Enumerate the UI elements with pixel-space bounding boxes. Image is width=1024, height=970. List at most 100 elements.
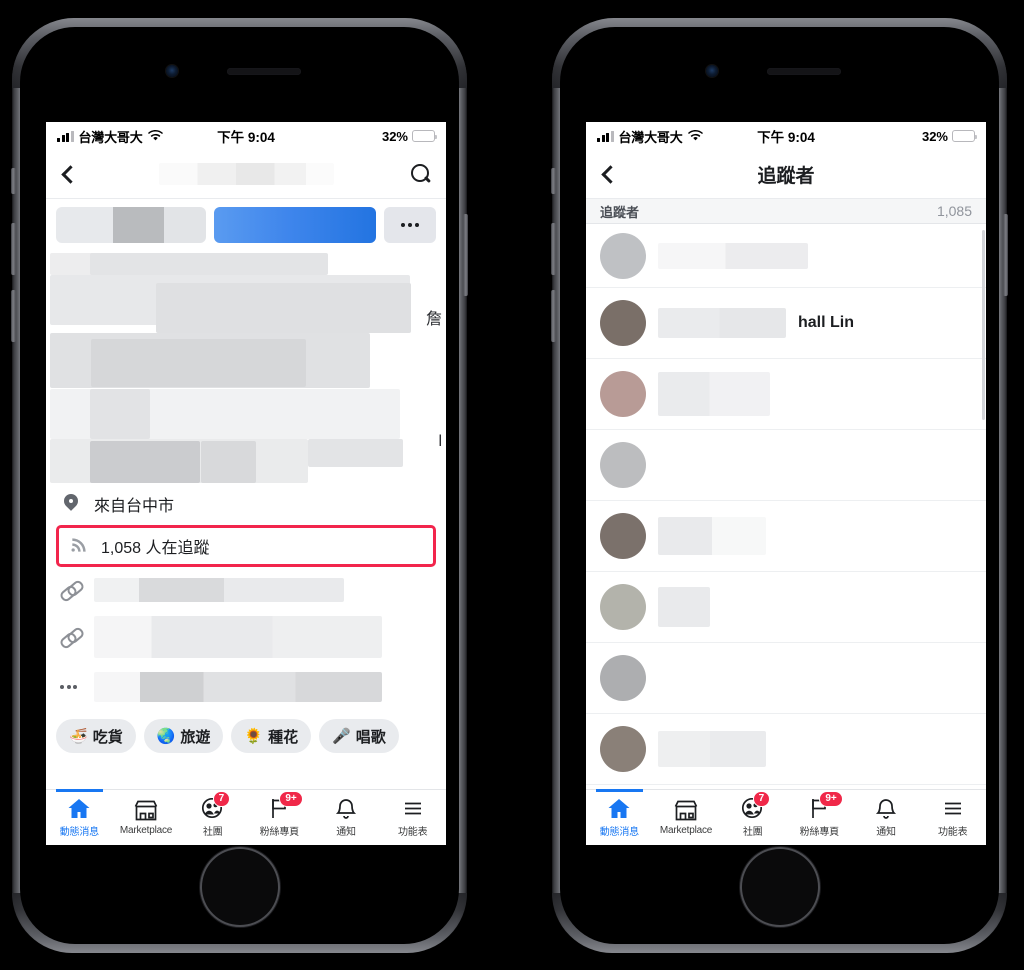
interest-chip[interactable]: 🍜 吃貨 bbox=[56, 719, 136, 753]
rss-followers-icon bbox=[63, 535, 89, 557]
volume-up-button[interactable] bbox=[551, 223, 556, 275]
avatar bbox=[600, 726, 646, 773]
badge-count: 9+ bbox=[819, 791, 843, 807]
avatar bbox=[600, 584, 646, 631]
avatar bbox=[600, 655, 646, 702]
more-options-button[interactable] bbox=[384, 207, 436, 243]
earpiece-speaker bbox=[226, 68, 301, 75]
wifi-icon bbox=[687, 130, 703, 141]
interest-chip-label: 唱歌 bbox=[355, 728, 386, 746]
link-icon bbox=[60, 579, 82, 601]
globe-emoji-icon: 🌏 bbox=[156, 728, 176, 745]
profile-details-censored: 詹 l bbox=[46, 253, 446, 483]
tab-menu[interactable]: 功能表 bbox=[379, 790, 446, 845]
home-button[interactable] bbox=[201, 849, 278, 925]
search-icon[interactable] bbox=[410, 163, 432, 185]
location-row[interactable]: 來自台中市 bbox=[46, 485, 446, 523]
follower-name-censored bbox=[658, 308, 786, 339]
profile-scroll-area[interactable]: 詹 l 來自台中市 1,058 人在追蹤 🍜 吃貨 🌏 旅遊 🌻 種花 🎤 唱歌 bbox=[46, 199, 446, 789]
tab-pages[interactable]: 9+ 粉絲專頁 bbox=[786, 790, 853, 845]
list-item[interactable]: hall Lin bbox=[586, 288, 986, 360]
followers-row[interactable]: 1,058 人在追蹤 bbox=[59, 528, 433, 564]
tab-notifications[interactable]: 通知 bbox=[853, 790, 920, 845]
bottom-tab-bar: 動態消息 Marketplace 7 社團 9+ 粉絲專頁 通知 功能表 bbox=[586, 789, 986, 845]
status-bar: 台灣大哥大 下午 9:04 32% bbox=[46, 122, 446, 150]
interest-chip-label: 吃貨 bbox=[92, 728, 123, 746]
follower-name-censored bbox=[658, 587, 710, 628]
tab-news-feed[interactable]: 動態消息 bbox=[586, 789, 653, 845]
avatar bbox=[600, 371, 646, 418]
tab-marketplace[interactable]: Marketplace bbox=[653, 790, 720, 845]
list-item[interactable] bbox=[586, 572, 986, 644]
scrollbar[interactable] bbox=[982, 230, 985, 421]
home-button[interactable] bbox=[741, 849, 818, 925]
tab-groups[interactable]: 7 社團 bbox=[719, 790, 786, 845]
see-more-row[interactable] bbox=[46, 665, 446, 709]
interest-chip[interactable]: 🌻 種花 bbox=[231, 719, 312, 753]
wifi-icon bbox=[147, 130, 163, 141]
tab-marketplace[interactable]: Marketplace bbox=[113, 790, 180, 845]
battery-low-power-icon bbox=[412, 130, 438, 142]
list-item[interactable] bbox=[586, 359, 986, 431]
secondary-action-button-censored[interactable] bbox=[56, 207, 206, 243]
tab-label: 社團 bbox=[202, 827, 223, 838]
hamburger-menu-icon bbox=[400, 797, 426, 820]
section-count: 1,085 bbox=[936, 203, 972, 220]
partial-glyph-lower: l bbox=[438, 433, 442, 450]
list-item[interactable] bbox=[586, 501, 986, 573]
nav-bar: 追蹤者 bbox=[586, 150, 986, 199]
status-bar: 台灣大哥大 下午 9:04 32% bbox=[586, 122, 986, 150]
phone-device-right: 台灣大哥大 下午 9:04 32% 追蹤者 追蹤者 1,085 hall Lin… bbox=[551, 18, 1008, 953]
tab-label: 社團 bbox=[742, 827, 763, 838]
link-icon bbox=[60, 626, 82, 648]
primary-action-button-censored[interactable] bbox=[214, 207, 376, 243]
interest-chip[interactable]: 🎤 唱歌 bbox=[319, 719, 399, 753]
silent-switch[interactable] bbox=[11, 168, 16, 194]
groups-icon: 7 bbox=[740, 791, 771, 820]
tab-menu[interactable]: 功能表 bbox=[919, 790, 986, 845]
bell-icon bbox=[333, 797, 359, 820]
volume-down-button[interactable] bbox=[11, 290, 16, 342]
followers-list[interactable]: hall Lin bbox=[586, 224, 986, 789]
link-row-2[interactable] bbox=[46, 609, 446, 665]
tab-label: 通知 bbox=[336, 827, 356, 838]
battery-percent-label: 32% bbox=[921, 128, 948, 144]
screen-left: 台灣大哥大 下午 9:04 32% 詹 l 來自台中市 1,058 人在追蹤 🍜… bbox=[46, 122, 446, 845]
avatar bbox=[600, 300, 646, 347]
followers-section-header: 追蹤者 1,085 bbox=[586, 199, 986, 225]
carrier-label: 台灣大哥大 bbox=[618, 129, 683, 145]
list-item[interactable] bbox=[586, 430, 986, 502]
avatar bbox=[600, 513, 646, 560]
follower-name-censored bbox=[658, 372, 770, 417]
tab-label: 動態消息 bbox=[599, 827, 639, 838]
section-label: 追蹤者 bbox=[600, 204, 640, 220]
microphone-emoji-icon: 🎤 bbox=[332, 728, 351, 745]
pages-flag-icon: 9+ bbox=[266, 791, 303, 820]
cellular-signal-icon bbox=[597, 130, 614, 142]
volume-down-button[interactable] bbox=[551, 290, 556, 342]
silent-switch[interactable] bbox=[551, 168, 556, 194]
tab-news-feed[interactable]: 動態消息 bbox=[46, 789, 113, 845]
avatar bbox=[600, 442, 646, 489]
list-item[interactable] bbox=[586, 714, 986, 786]
sunflower-emoji-icon: 🌻 bbox=[244, 728, 264, 745]
nav-title-censored bbox=[46, 162, 446, 185]
cellular-signal-icon bbox=[57, 130, 74, 142]
list-item[interactable] bbox=[586, 224, 986, 289]
power-button[interactable] bbox=[463, 214, 468, 296]
power-button[interactable] bbox=[1003, 214, 1008, 296]
link-row-1[interactable] bbox=[46, 571, 446, 609]
list-item[interactable] bbox=[586, 643, 986, 715]
nav-bar bbox=[46, 150, 446, 199]
chevron-left-icon[interactable] bbox=[601, 164, 620, 184]
tab-groups[interactable]: 7 社團 bbox=[179, 790, 246, 845]
tab-notifications[interactable]: 通知 bbox=[313, 790, 380, 845]
earpiece-speaker bbox=[766, 68, 841, 75]
tab-pages[interactable]: 9+ 粉絲專頁 bbox=[246, 790, 313, 845]
tab-label: Marketplace bbox=[659, 825, 713, 836]
location-pin-icon bbox=[60, 493, 82, 515]
chevron-left-icon[interactable] bbox=[61, 164, 80, 184]
interest-chip[interactable]: 🌏 旅遊 bbox=[143, 719, 224, 753]
volume-up-button[interactable] bbox=[11, 223, 16, 275]
interest-chip-label: 旅遊 bbox=[180, 728, 211, 746]
